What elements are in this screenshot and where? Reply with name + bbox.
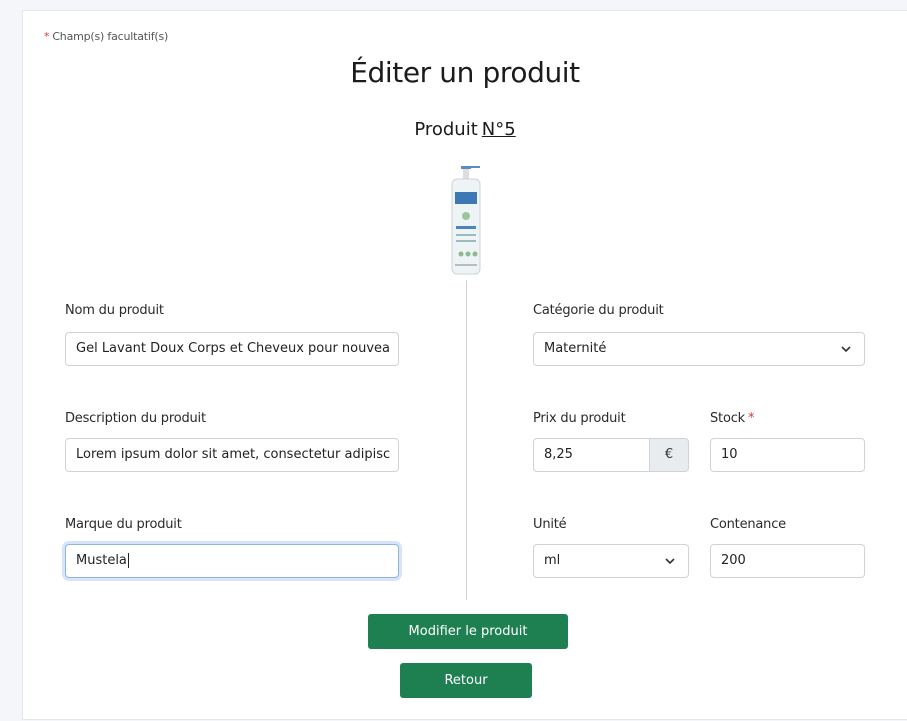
- product-description-input[interactable]: Lorem ipsum dolor sit amet, consectetur …: [65, 438, 399, 472]
- chevron-down-icon: [665, 558, 675, 565]
- currency-addon: €: [650, 438, 689, 472]
- stock-required-marker: *: [747, 411, 755, 426]
- product-brand-value: Mustela: [76, 553, 127, 568]
- optional-note-text: Champ(s) facultatif(s): [52, 30, 169, 43]
- stock-input[interactable]: 10: [710, 438, 865, 472]
- stock-label: Stock *: [710, 411, 755, 426]
- product-price-label: Prix du produit: [533, 411, 626, 426]
- content-label: Contenance: [710, 517, 786, 532]
- optional-asterisk: *: [44, 30, 50, 43]
- product-number-heading: Produit N°5: [0, 119, 907, 140]
- stock-label-text: Stock: [710, 411, 745, 426]
- top-bar-background: [0, 0, 907, 10]
- unit-value: ml: [544, 553, 561, 568]
- product-image: [451, 166, 481, 275]
- unit-select[interactable]: ml: [533, 544, 689, 578]
- content-input[interactable]: 200: [710, 544, 865, 578]
- product-description-label: Description du produit: [65, 411, 206, 426]
- product-brand-input[interactable]: Mustela: [65, 544, 399, 578]
- back-button[interactable]: Retour: [400, 663, 532, 698]
- product-brand-label: Marque du produit: [65, 517, 182, 532]
- form-divider: [466, 280, 467, 600]
- optional-fields-note: * Champ(s) facultatif(s): [44, 30, 168, 43]
- product-name-label: Nom du produit: [65, 303, 164, 318]
- product-category-label: Catégorie du produit: [533, 303, 664, 318]
- product-category-select[interactable]: Maternité: [533, 332, 865, 366]
- brand-fragment: [142, 0, 168, 8]
- product-category-value: Maternité: [544, 341, 607, 356]
- unit-label: Unité: [533, 517, 567, 532]
- submit-edit-button[interactable]: Modifier le produit: [368, 614, 568, 649]
- product-label: Produit: [414, 119, 478, 140]
- product-price-input[interactable]: 8,25: [533, 438, 650, 472]
- page-title: Éditer un produit: [350, 56, 580, 89]
- product-number: N°5: [481, 119, 516, 140]
- product-name-input[interactable]: Gel Lavant Doux Corps et Cheveux pour no…: [65, 332, 399, 366]
- chevron-down-icon: [841, 346, 851, 353]
- text-caret: [127, 553, 129, 568]
